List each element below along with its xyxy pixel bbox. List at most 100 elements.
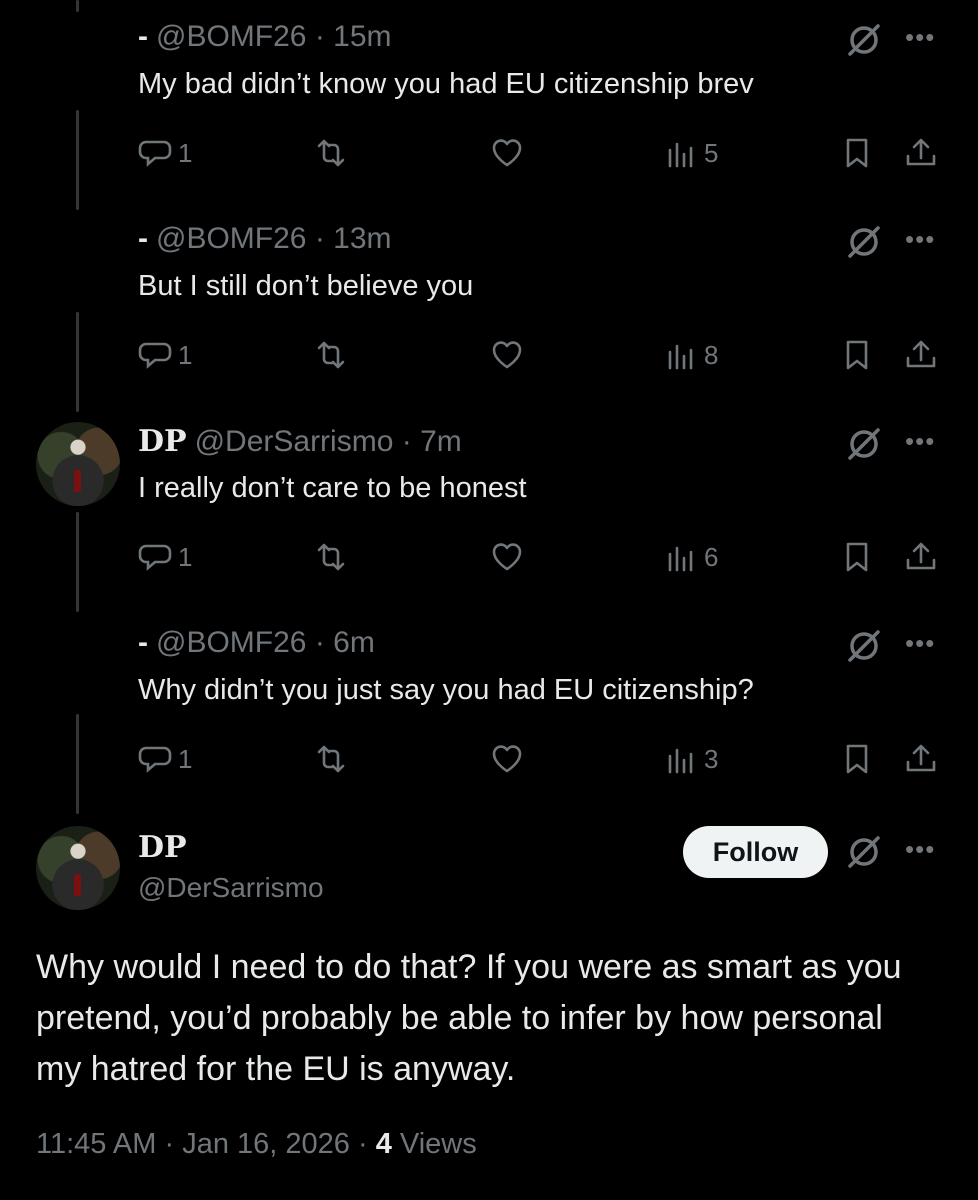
- more-options-icon[interactable]: •••: [905, 22, 935, 53]
- bookmark-button[interactable]: [840, 332, 874, 378]
- like-button[interactable]: [490, 534, 524, 580]
- author-handle[interactable]: @BOMF26: [156, 222, 306, 255]
- reply-icon: [138, 746, 172, 773]
- separator-dot: ·: [314, 20, 325, 53]
- author-prefix: -: [138, 626, 148, 659]
- post-time[interactable]: 6m: [333, 626, 375, 659]
- separator-dot: ·: [357, 1128, 368, 1160]
- author-display-name[interactable]: DP: [138, 830, 187, 865]
- reply-post[interactable]: - @BOMF26 · 15m My bad didn’t know you ha…: [0, 0, 978, 204]
- reply-icon: [138, 342, 172, 369]
- views-button[interactable]: 3: [664, 736, 718, 782]
- views-button[interactable]: 8: [664, 332, 718, 378]
- heart-icon: [492, 745, 522, 773]
- more-options-icon[interactable]: •••: [905, 224, 935, 255]
- reply-count: 1: [178, 339, 193, 370]
- post-date[interactable]: Jan 16, 2026: [182, 1128, 350, 1160]
- author-handle[interactable]: @DerSarrismo: [138, 872, 324, 904]
- reply-button[interactable]: 1: [138, 736, 192, 782]
- grok-icon[interactable]: [846, 426, 882, 462]
- views-button[interactable]: 5: [664, 130, 718, 176]
- reply-post[interactable]: - @BOMF26 · 6m Why didn’t you just say yo…: [0, 606, 978, 810]
- repost-icon: [317, 341, 345, 369]
- bookmark-button[interactable]: [840, 736, 874, 782]
- like-button[interactable]: [490, 736, 524, 782]
- reply-button[interactable]: 1: [138, 534, 192, 580]
- views-count: 4: [375, 1128, 392, 1160]
- action-bar: 1 8: [0, 332, 978, 378]
- share-button[interactable]: [904, 534, 938, 580]
- heart-icon: [492, 341, 522, 369]
- share-button[interactable]: [904, 130, 938, 176]
- reply-icon: [138, 544, 172, 571]
- post-text: But I still don’t believe you: [138, 270, 474, 302]
- repost-icon: [317, 543, 345, 571]
- views-label: Views: [399, 1128, 477, 1160]
- repost-icon: [317, 745, 345, 773]
- action-bar: 1 6: [0, 534, 978, 580]
- post-header: - @BOMF26 · 13m: [138, 222, 392, 256]
- author-handle[interactable]: @BOMF26: [156, 626, 306, 659]
- views-count: 5: [704, 137, 719, 168]
- reply-count: 1: [178, 743, 193, 774]
- share-button[interactable]: [904, 736, 938, 782]
- views-chart-icon: [668, 344, 693, 370]
- grok-icon[interactable]: [846, 628, 882, 664]
- bookmark-icon: [846, 744, 868, 774]
- views-chart-icon: [668, 546, 693, 572]
- post-header: - @BOMF26 · 6m: [138, 626, 375, 660]
- action-bar: 1 3: [0, 736, 978, 782]
- repost-button[interactable]: [314, 534, 348, 580]
- reply-count: 1: [178, 541, 193, 572]
- post-time[interactable]: 15m: [333, 20, 391, 53]
- views-chart-icon: [668, 748, 693, 774]
- main-post-text: Why would I need to do that? If you were…: [36, 948, 902, 1088]
- post-header: DP @DerSarrismo · 7m: [138, 424, 462, 459]
- repost-button[interactable]: [314, 130, 348, 176]
- repost-icon: [317, 139, 345, 167]
- post-text: My bad didn’t know you had EU citizenshi…: [138, 68, 754, 100]
- views-count: 3: [704, 743, 719, 774]
- repost-button[interactable]: [314, 736, 348, 782]
- reply-button[interactable]: 1: [138, 130, 192, 176]
- share-icon: [906, 744, 936, 772]
- separator-dot: ·: [314, 222, 325, 255]
- separator-dot: ·: [314, 626, 325, 659]
- separator-dot: ·: [164, 1128, 175, 1160]
- views-count: 6: [704, 541, 719, 572]
- heart-icon: [492, 543, 522, 571]
- more-options-icon[interactable]: •••: [905, 628, 935, 659]
- grok-icon[interactable]: [846, 224, 882, 260]
- views-button[interactable]: 6: [664, 534, 718, 580]
- more-options-icon[interactable]: •••: [905, 834, 935, 865]
- reply-count: 1: [178, 137, 193, 168]
- share-button[interactable]: [904, 332, 938, 378]
- share-icon: [906, 542, 936, 570]
- reply-post[interactable]: DP @DerSarrismo · 7m I really don’t care …: [0, 404, 978, 608]
- author-handle[interactable]: @BOMF26: [156, 20, 306, 53]
- views-count: 8: [704, 339, 719, 370]
- author-handle[interactable]: @DerSarrismo: [195, 425, 394, 458]
- author-prefix: -: [138, 222, 148, 255]
- bookmark-icon: [846, 138, 868, 168]
- avatar[interactable]: [36, 826, 120, 910]
- avatar[interactable]: [36, 422, 120, 506]
- author-display-name[interactable]: DP: [138, 424, 187, 459]
- like-button[interactable]: [490, 332, 524, 378]
- post-time[interactable]: 13m: [333, 222, 391, 255]
- post-meta: 11:45 AM · Jan 16, 2026 · 4 Views: [36, 1128, 477, 1161]
- post-header: - @BOMF26 · 15m: [138, 20, 392, 54]
- bookmark-button[interactable]: [840, 534, 874, 580]
- post-time[interactable]: 7m: [420, 425, 462, 458]
- grok-icon[interactable]: [846, 834, 882, 870]
- reply-post[interactable]: - @BOMF26 · 13m But I still don’t believe…: [0, 202, 978, 406]
- action-bar: 1 5: [0, 130, 978, 176]
- bookmark-button[interactable]: [840, 130, 874, 176]
- grok-icon[interactable]: [846, 22, 882, 58]
- like-button[interactable]: [490, 130, 524, 176]
- follow-button[interactable]: Follow: [683, 826, 828, 878]
- more-options-icon[interactable]: •••: [905, 426, 935, 457]
- reply-button[interactable]: 1: [138, 332, 192, 378]
- repost-button[interactable]: [314, 332, 348, 378]
- post-time[interactable]: 11:45 AM: [36, 1128, 156, 1160]
